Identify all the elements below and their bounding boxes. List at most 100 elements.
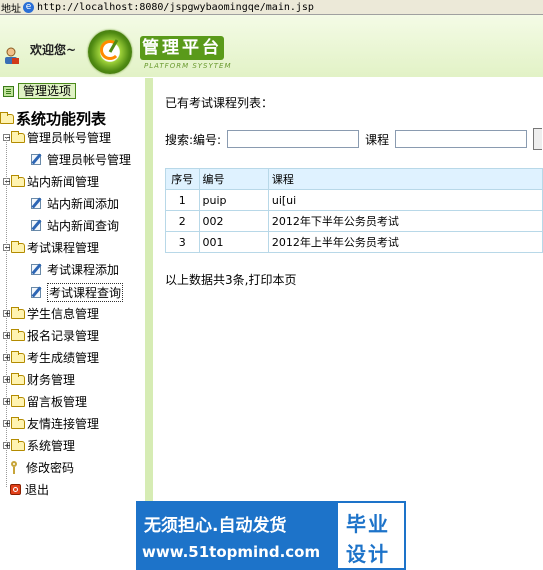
- search-id-input[interactable]: [227, 130, 360, 148]
- tree-line: [6, 137, 7, 487]
- tree-group-label: 站内新闻管理: [27, 175, 100, 189]
- user-icon: [5, 47, 19, 64]
- tree-group-links[interactable]: + 友情连接管理: [3, 415, 99, 432]
- search-course-input[interactable]: [395, 130, 528, 148]
- brand-title: 管理平台: [140, 36, 224, 60]
- table-header-cell: 编号: [198, 168, 269, 190]
- tree-group-label: 留言板管理: [27, 395, 88, 409]
- tree-item-label: 修改密码: [26, 461, 75, 475]
- edit-doc-icon: [30, 153, 44, 166]
- tree-group-label: 友情连接管理: [27, 417, 100, 431]
- table-row: 3 001 2012年上半年公务员考试: [165, 231, 543, 253]
- edit-doc-icon: [30, 263, 44, 276]
- logo-icon: [88, 30, 132, 74]
- folder-icon: [11, 306, 25, 319]
- tree-group-finance[interactable]: + 财务管理: [3, 371, 75, 388]
- watermark-right-line2: 设计: [346, 542, 390, 566]
- table-cell-course: ui[ui: [267, 189, 543, 211]
- watermark-left: 无须担心.自动发货 www.51topmind.com: [136, 501, 336, 570]
- folder-open-icon: [11, 130, 25, 143]
- table-cell-index: 2: [165, 210, 200, 232]
- tree-group-exam-course[interactable]: − 考试课程管理: [3, 239, 99, 256]
- tree-item-label: 退出: [25, 483, 50, 497]
- table-header-cell: 序号: [165, 168, 200, 190]
- course-table: 序号 编号 课程 1 puip ui[ui 2 002 2012年下半年公务员考…: [165, 168, 543, 253]
- table-header-row: 序号 编号 课程: [165, 168, 543, 190]
- tree-group-label: 财务管理: [27, 373, 76, 387]
- table-cell-id: puip: [198, 189, 269, 211]
- address-label: 地址: [1, 3, 21, 15]
- tree-group-label: 考生成绩管理: [27, 351, 100, 365]
- key-icon: [10, 461, 22, 474]
- table-header-cell: 课程: [267, 168, 543, 190]
- tree-group-student-info[interactable]: + 学生信息管理: [3, 305, 99, 322]
- watermark-line2: www.51topmind.com: [142, 543, 321, 561]
- search-button[interactable]: [533, 128, 543, 150]
- folder-icon: [11, 328, 25, 341]
- watermark-banner: 无须担心.自动发货 www.51topmind.com 毕业 设计: [136, 501, 406, 570]
- watermark-line1: 无须担心.自动发货: [144, 516, 287, 536]
- logout-icon: [10, 484, 21, 495]
- welcome-text: 欢迎您~: [30, 43, 77, 57]
- tree-item-label: 管理员帐号管理: [47, 153, 132, 167]
- folder-open-icon: [11, 240, 25, 253]
- folder-icon: [11, 350, 25, 363]
- manage-options-button[interactable]: 管理选项: [3, 83, 77, 99]
- ie-icon: e: [23, 1, 34, 13]
- main-content: 已有考试课程列表： 搜索:编号: 课程 序号 编号 课程 1 puip ui[u…: [153, 78, 543, 570]
- table-cell-course: 2012年下半年公务员考试: [267, 210, 543, 232]
- table-row: 1 puip ui[ui: [165, 189, 543, 211]
- page-title: 已有考试课程列表：: [165, 96, 274, 110]
- address-bar: 地址 e http://localhost:8080/jspgwybaoming…: [0, 0, 543, 15]
- watermark-right-line1: 毕业: [346, 512, 390, 536]
- folder-icon: [11, 416, 25, 429]
- tree-group-label: 学生信息管理: [27, 307, 100, 321]
- tree-item-label: 站内新闻查询: [47, 219, 120, 233]
- edit-doc-icon: [30, 197, 44, 210]
- tree-item-label: 考试课程查询: [47, 283, 124, 302]
- tree-item-news-add[interactable]: 站内新闻添加: [30, 195, 119, 212]
- folder-icon: [11, 394, 25, 407]
- tree-item-course-add[interactable]: 考试课程添加: [30, 261, 119, 278]
- tree-root[interactable]: 系统功能列表: [0, 108, 106, 129]
- header-banner: 欢迎您~ 管理平台 PLATFORM SYSYTEM: [0, 15, 543, 77]
- watermark-right: 毕业 设计: [336, 501, 406, 570]
- tree-group-registration[interactable]: + 报名记录管理: [3, 327, 99, 344]
- search-course-label: 课程: [365, 132, 390, 147]
- tree-item-change-password[interactable]: 修改密码: [10, 459, 74, 476]
- tree-item-news-query[interactable]: 站内新闻查询: [30, 217, 119, 234]
- tree-group-label: 考试课程管理: [27, 241, 100, 255]
- tree-group-news[interactable]: − 站内新闻管理: [3, 173, 99, 190]
- search-bar: 搜索:编号: 课程: [165, 128, 543, 150]
- table-row: 2 002 2012年下半年公务员考试: [165, 210, 543, 232]
- folder-open-icon: [11, 174, 25, 187]
- table-cell-index: 1: [165, 189, 200, 211]
- tree-group-label: 报名记录管理: [27, 329, 100, 343]
- list-icon: [3, 85, 14, 97]
- folder-icon: [11, 438, 25, 451]
- folder-open-icon: [0, 111, 14, 124]
- tree-group-label: 管理员帐号管理: [27, 131, 112, 145]
- tree-group-guestbook[interactable]: + 留言板管理: [3, 393, 87, 410]
- address-url[interactable]: http://localhost:8080/jspgwybaomingqe/ma…: [37, 2, 314, 13]
- tree-root-label: 系统功能列表: [16, 110, 107, 128]
- folder-icon: [11, 372, 25, 385]
- edit-doc-icon: [30, 219, 44, 232]
- table-cell-id: 001: [198, 231, 269, 253]
- tree-group-label: 系统管理: [27, 439, 76, 453]
- table-summary[interactable]: 以上数据共3条,打印本页: [165, 271, 296, 288]
- tree-item-label: 考试课程添加: [47, 263, 120, 277]
- tree-group-system[interactable]: + 系统管理: [3, 437, 75, 454]
- tree-item-label: 站内新闻添加: [47, 197, 120, 211]
- manage-options-label: 管理选项: [18, 83, 77, 99]
- tree-item-logout[interactable]: 退出: [10, 481, 49, 498]
- tree-item-admin-account[interactable]: 管理员帐号管理: [30, 151, 131, 168]
- table-cell-id: 002: [198, 210, 269, 232]
- tree-group-scores[interactable]: + 考生成绩管理: [3, 349, 99, 366]
- table-cell-course: 2012年上半年公务员考试: [267, 231, 543, 253]
- tree-group-admin-account[interactable]: − 管理员帐号管理: [3, 129, 111, 146]
- search-id-label: 搜索:编号:: [165, 132, 222, 147]
- edit-doc-icon: [30, 286, 44, 299]
- table-cell-index: 3: [165, 231, 200, 253]
- tree-item-course-query[interactable]: 考试课程查询: [30, 283, 124, 302]
